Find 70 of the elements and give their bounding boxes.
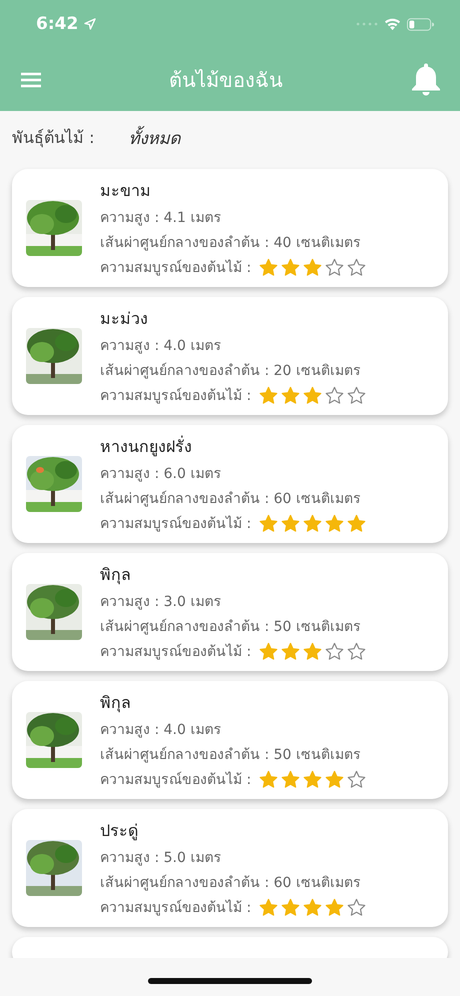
- tree-name: มะม่วง: [100, 308, 149, 330]
- filled-star-icon: [259, 898, 278, 916]
- tree-height: ความสูง : 4.1 เมตร: [100, 209, 222, 228]
- tree-height: ความสูง : 5.0 เมตร: [100, 849, 222, 868]
- tree-name: พิกุล: [100, 564, 132, 586]
- empty-star-icon: [325, 386, 344, 404]
- signal-icon: [356, 22, 378, 26]
- empty-star-icon: [347, 386, 366, 404]
- filled-star-icon: [325, 770, 344, 788]
- tree-height: ความสูง : 4.0 เมตร: [100, 721, 222, 740]
- health-label: ความสมบูรณ์ของต้นไม้ :: [100, 770, 252, 790]
- tree-name: หางนกยูงฝรั่ง: [100, 434, 193, 458]
- filled-star-icon: [303, 898, 322, 916]
- empty-star-icon: [325, 642, 344, 660]
- filled-star-icon: [259, 514, 278, 532]
- menu-button[interactable]: [20, 70, 42, 88]
- filled-star-icon: [325, 898, 344, 916]
- tree-name: มะขาม: [100, 180, 152, 202]
- health-label: ความสมบูรณ์ของต้นไม้ :: [100, 386, 252, 406]
- trunk-diameter: เส้นผ่าศูนย์กลางของลำต้น : 60 เซนติเมตร: [100, 490, 362, 509]
- filled-star-icon: [303, 514, 322, 532]
- battery-icon: [407, 18, 434, 30]
- filled-star-icon: [303, 386, 322, 404]
- location-arrow-icon: [84, 18, 96, 30]
- trunk-diameter: เส้นผ่าศูนย์กลางของลำต้น : 40 เซนติเมตร: [100, 234, 362, 253]
- tree-card[interactable]: มะม่วง ความสูง : 4.0 เมตร เส้นผ่าศูนย์กลางของลำต้น : 20 เซนติเมตร ความสมบูรณ์ของต้นไม้ :: [12, 297, 448, 415]
- trunk-diameter: เส้นผ่าศูนย์กลางของลำต้น : 60 เซนติเมตร: [100, 874, 362, 893]
- health-label: ความสมบูรณ์ของต้นไม้ :: [100, 514, 252, 534]
- clock-time: 6:42: [36, 14, 78, 34]
- trunk-diameter: เส้นผ่าศูนย์กลางของลำต้น : 50 เซนติเมตร: [100, 746, 362, 765]
- tree-card[interactable]: หางนกยูงฝรั่ง ความสูง : 6.0 เมตร เส้นผ่าศูนย์กลางของลำต้น : 60 เซนติเมตร ความสมบูรณ์ของต้นไม้ :: [12, 425, 448, 543]
- filled-star-icon: [281, 514, 300, 532]
- tree-name: ประดู่: [100, 820, 139, 842]
- empty-star-icon: [347, 770, 366, 788]
- tree-card[interactable]: ประดู่ ความสูง : 5.0 เมตร เส้นผ่าศูนย์กลางของลำต้น : 60 เซนติเมตร ความสมบูรณ์ของต้นไม้ :: [12, 809, 448, 927]
- filled-star-icon: [281, 642, 300, 660]
- tree-height: ความสูง : 6.0 เมตร: [100, 465, 222, 484]
- empty-star-icon: [325, 258, 344, 276]
- filled-star-icon: [281, 386, 300, 404]
- tree-height: ความสูง : 4.0 เมตร: [100, 337, 222, 356]
- tree-name: พิกุล: [100, 692, 132, 714]
- page-title: ต้นไม้ของฉัน: [169, 66, 283, 94]
- empty-star-icon: [347, 642, 366, 660]
- filled-star-icon: [281, 898, 300, 916]
- species-filter[interactable]: ทั้งหมด: [128, 124, 180, 150]
- empty-star-icon: [347, 258, 366, 276]
- trunk-diameter: เส้นผ่าศูนย์กลางของลำต้น : 20 เซนติเมตร: [100, 362, 362, 381]
- filter-label: พันธุ์ต้นไม้ :: [12, 126, 94, 150]
- filled-star-icon: [325, 514, 344, 532]
- filled-star-icon: [281, 258, 300, 276]
- health-label: ความสมบูรณ์ของต้นไม้ :: [100, 642, 252, 662]
- filled-star-icon: [347, 514, 366, 532]
- filled-star-icon: [303, 642, 322, 660]
- tree-height: ความสูง : 3.0 เมตร: [100, 593, 222, 612]
- filled-star-icon: [303, 258, 322, 276]
- filled-star-icon: [259, 770, 278, 788]
- tree-card[interactable]: พิกุล ความสูง : 3.0 เมตร เส้นผ่าศูนย์กลางของลำต้น : 50 เซนติเมตร ความสมบูรณ์ของต้นไม้ :: [12, 553, 448, 671]
- wifi-icon: [384, 18, 401, 30]
- filled-star-icon: [259, 642, 278, 660]
- filled-star-icon: [259, 386, 278, 404]
- trunk-diameter: เส้นผ่าศูนย์กลางของลำต้น : 50 เซนติเมตร: [100, 618, 362, 637]
- bell-button[interactable]: [410, 62, 442, 98]
- filled-star-icon: [259, 258, 278, 276]
- health-label: ความสมบูรณ์ของต้นไม้ :: [100, 898, 252, 918]
- empty-star-icon: [347, 898, 366, 916]
- tree-card[interactable]: มะขาม ความสูง : 4.1 เมตร เส้นผ่าศูนย์กลางของลำต้น : 40 เซนติเมตร ความสมบูรณ์ของต้นไม้ :: [12, 169, 448, 287]
- health-label: ความสมบูรณ์ของต้นไม้ :: [100, 258, 252, 278]
- filled-star-icon: [281, 770, 300, 788]
- tree-card[interactable]: พิกุล ความสูง : 4.0 เมตร เส้นผ่าศูนย์กลางของลำต้น : 50 เซนติเมตร ความสมบูรณ์ของต้นไม้ :: [12, 681, 448, 799]
- filled-star-icon: [303, 770, 322, 788]
